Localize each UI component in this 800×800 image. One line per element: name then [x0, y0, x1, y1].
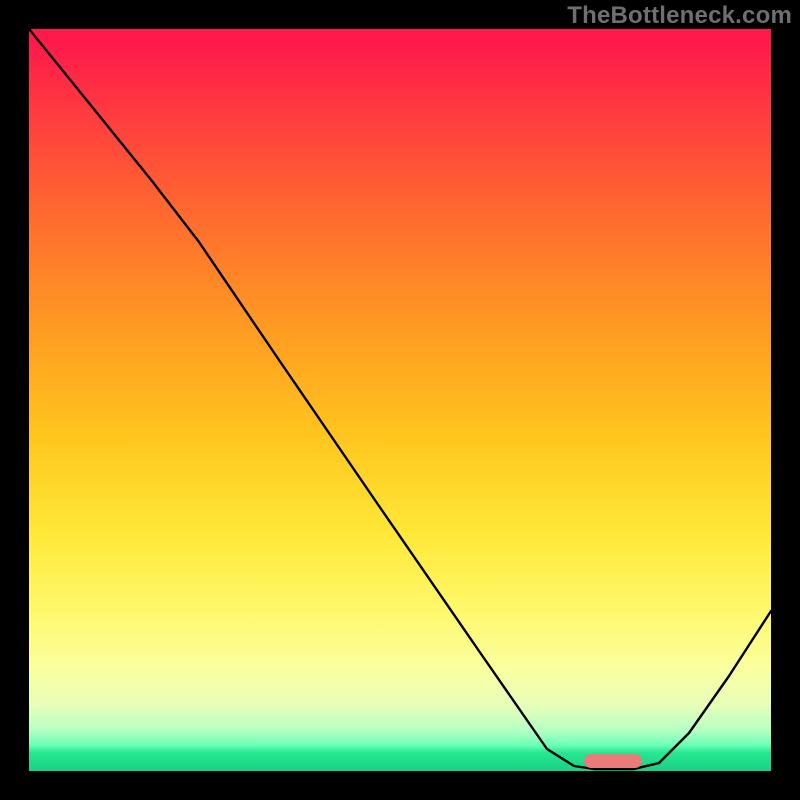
watermark-text: TheBottleneck.com [567, 2, 792, 30]
curve-path [29, 29, 771, 769]
chart-wrapper: TheBottleneck.com [0, 0, 800, 800]
bottleneck-curve [29, 29, 771, 771]
optimal-range-marker [584, 754, 642, 768]
